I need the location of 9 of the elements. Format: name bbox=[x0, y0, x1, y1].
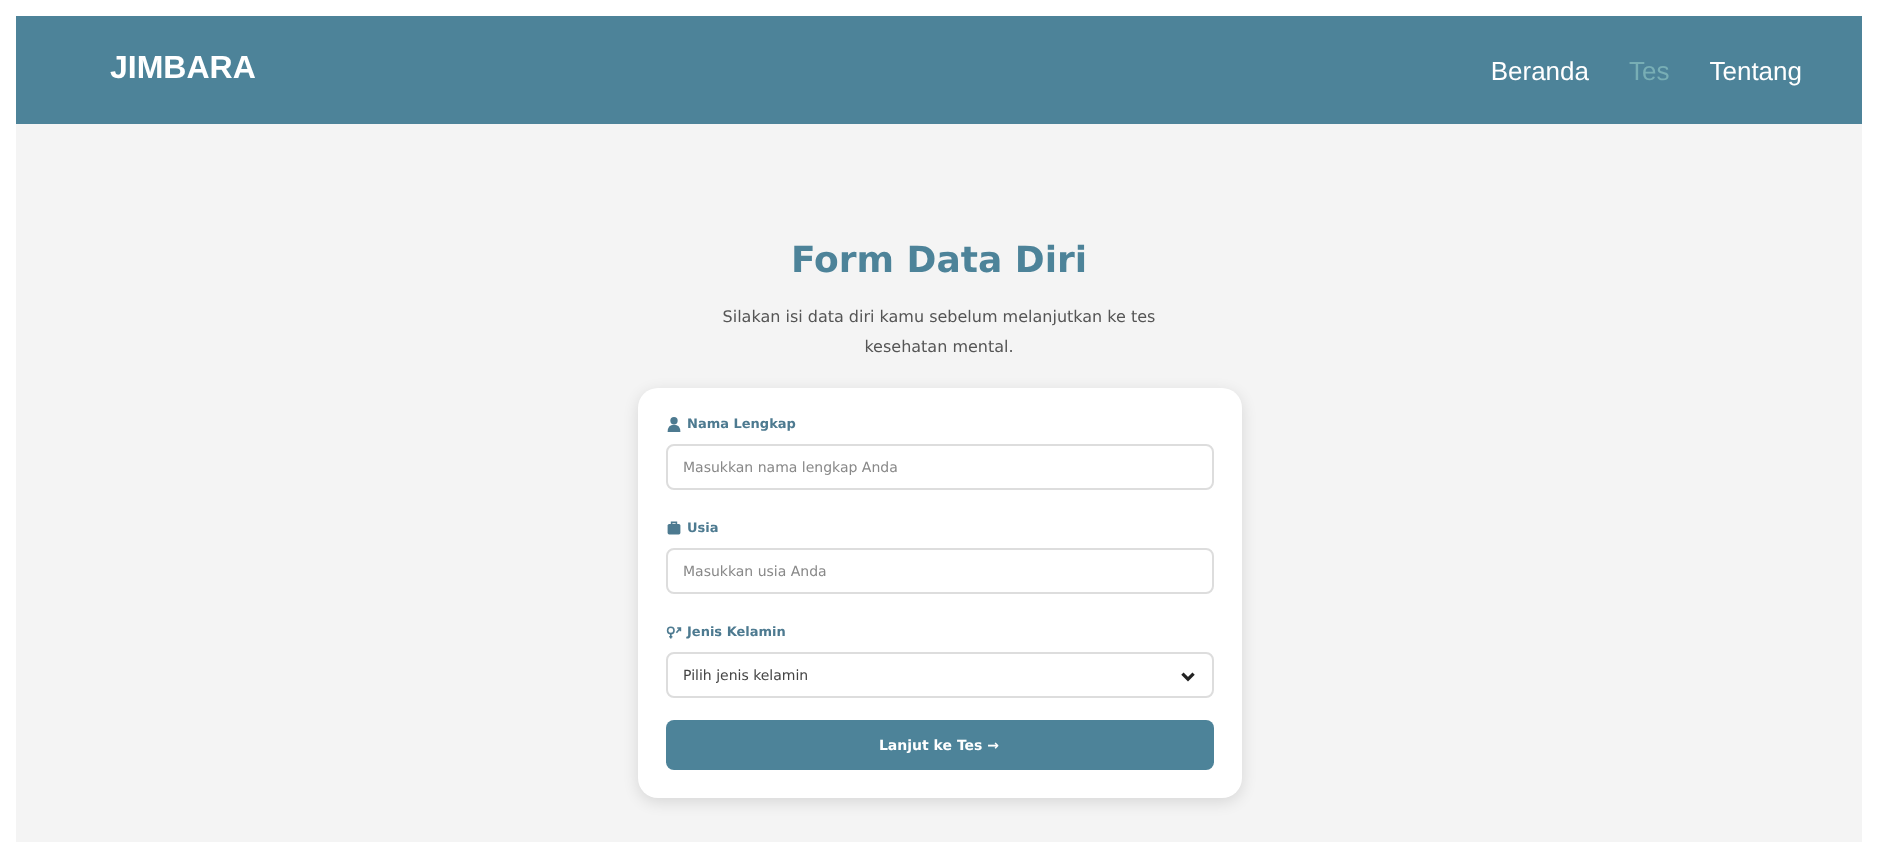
form-subtitle: Silakan isi data diri kamu sebelum melanjutkan ke tes kesehatan mental. bbox=[720, 306, 1158, 360]
briefcase-icon bbox=[665, 520, 681, 536]
nav-link[interactable]: Tentang bbox=[1709, 55, 1802, 85]
person-icon bbox=[665, 416, 681, 432]
brand-logo[interactable]: JIMBARA bbox=[110, 52, 256, 88]
nav-link[interactable]: Beranda bbox=[1490, 55, 1589, 85]
chevron-icon bbox=[1179, 667, 1195, 683]
gender-icon bbox=[665, 624, 681, 640]
form-title: Form Data Diri bbox=[790, 240, 1088, 282]
